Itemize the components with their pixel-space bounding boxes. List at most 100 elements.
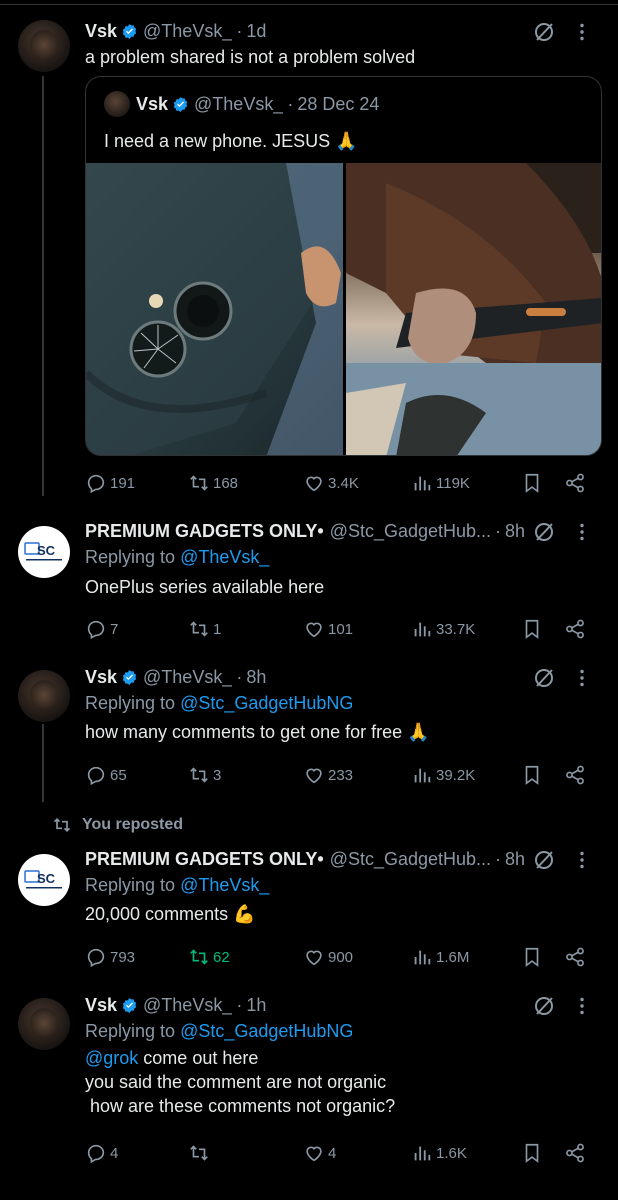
- timestamp[interactable]: 1h: [246, 995, 266, 1016]
- repost-button-active[interactable]: 62: [188, 944, 230, 970]
- repost-count: 62: [213, 948, 230, 966]
- views-button[interactable]: 33.7K: [411, 616, 475, 642]
- repost-button[interactable]: [188, 1140, 213, 1166]
- like-button[interactable]: 233: [303, 762, 353, 788]
- post-1[interactable]: Vsk @TheVsk_ · 1d a problem shared is no…: [0, 18, 618, 498]
- like-button[interactable]: 4: [303, 1140, 336, 1166]
- reply-button[interactable]: 4: [85, 1140, 118, 1166]
- replying-to-link[interactable]: @Stc_GadgetHubNG: [180, 693, 353, 713]
- post-3[interactable]: Vsk @TheVsk_ · 8h Replying to @Stc_Gadge…: [0, 664, 618, 794]
- post-text-line-1: come out here: [138, 1048, 259, 1068]
- replying-to-link[interactable]: @TheVsk_: [180, 547, 269, 567]
- repost-icon: [190, 1145, 208, 1161]
- bookmark-button[interactable]: [521, 470, 543, 496]
- views-button[interactable]: 119K: [411, 470, 470, 496]
- avatar[interactable]: [18, 998, 70, 1050]
- display-name[interactable]: Vsk: [85, 21, 117, 42]
- grok-icon[interactable]: [532, 848, 556, 872]
- timestamp[interactable]: 1d: [246, 21, 266, 42]
- repost-button[interactable]: 168: [188, 470, 238, 496]
- post-5[interactable]: Vsk @TheVsk_ · 1h Replying to @Stc_Gadge…: [0, 992, 618, 1192]
- bookmark-button[interactable]: [521, 616, 543, 642]
- avatar[interactable]: SC: [18, 526, 70, 578]
- top-divider: [0, 4, 618, 5]
- bookmark-button[interactable]: [521, 944, 543, 970]
- timestamp[interactable]: 8h: [505, 521, 525, 542]
- grok-icon[interactable]: [532, 994, 556, 1018]
- repost-button[interactable]: 3: [188, 762, 221, 788]
- post-header: Vsk @TheVsk_ · 8h: [85, 664, 604, 690]
- reply-button[interactable]: 7: [85, 616, 118, 642]
- like-button[interactable]: 900: [303, 944, 353, 970]
- avatar[interactable]: [18, 20, 70, 72]
- display-name[interactable]: PREMIUM GADGETS ONLY•: [85, 849, 324, 870]
- share-icon: [566, 473, 584, 493]
- views-button[interactable]: 1.6M: [411, 944, 469, 970]
- view-count: 1.6K: [436, 1144, 467, 1162]
- separator-dot: ·: [287, 93, 294, 114]
- reply-count: 65: [110, 766, 127, 784]
- quoted-handle: @TheVsk_: [194, 93, 284, 114]
- share-button[interactable]: [564, 944, 586, 970]
- handle[interactable]: @TheVsk_: [143, 995, 232, 1016]
- quoted-image-cracked-phone[interactable]: [86, 163, 343, 455]
- reply-button[interactable]: 793: [85, 944, 135, 970]
- bookmark-icon: [525, 473, 539, 493]
- bookmark-button[interactable]: [521, 1140, 543, 1166]
- grok-icon[interactable]: [532, 520, 556, 544]
- reply-button[interactable]: 65: [85, 762, 127, 788]
- verified-badge-icon: [173, 96, 188, 112]
- replying-to-link[interactable]: @Stc_GadgetHubNG: [180, 1021, 353, 1041]
- post-text: how many comments to get one for free 🙏: [85, 722, 430, 742]
- replying-prefix: Replying to: [85, 693, 181, 713]
- like-count: 4: [328, 1144, 337, 1162]
- mention-link[interactable]: @grok: [85, 1048, 138, 1068]
- repost-button[interactable]: 1: [188, 616, 221, 642]
- avatar[interactable]: SC: [18, 854, 70, 906]
- repost-count: 168: [213, 474, 239, 492]
- repost-icon: [190, 949, 208, 965]
- quoted-post[interactable]: Vsk @TheVsk_ · 28 Dec 24 I need a new ph…: [85, 76, 602, 456]
- views-icon: [414, 1146, 431, 1161]
- post-4[interactable]: SC PREMIUM GADGETS ONLY• @Stc_GadgetHub.…: [0, 846, 618, 976]
- post-2[interactable]: SC PREMIUM GADGETS ONLY• @Stc_GadgetHub.…: [0, 518, 618, 648]
- replying-to-link[interactable]: @TheVsk_: [180, 875, 269, 895]
- handle[interactable]: @TheVsk_: [143, 21, 232, 42]
- share-button[interactable]: [564, 616, 586, 642]
- share-button[interactable]: [564, 1140, 586, 1166]
- display-name[interactable]: Vsk: [85, 667, 117, 688]
- separator-dot: ·: [236, 20, 243, 41]
- reply-icon: [87, 948, 105, 968]
- handle[interactable]: @Stc_GadgetHub...: [330, 849, 491, 870]
- grok-icon[interactable]: [532, 20, 556, 44]
- share-button[interactable]: [564, 762, 586, 788]
- reply-button[interactable]: 191: [85, 470, 135, 496]
- views-button[interactable]: 39.2K: [411, 762, 475, 788]
- avatar[interactable]: [18, 670, 70, 722]
- more-icon[interactable]: [572, 850, 592, 870]
- handle[interactable]: @Stc_GadgetHub...: [330, 521, 491, 542]
- views-button[interactable]: 1.6K: [411, 1140, 467, 1166]
- post-actions: 65 3 233 39.2K: [85, 762, 604, 788]
- replying-to: Replying to @TheVsk_: [85, 544, 604, 570]
- timestamp[interactable]: 8h: [246, 667, 266, 688]
- reply-icon: [87, 766, 105, 786]
- replying-to: Replying to @Stc_GadgetHubNG: [85, 1018, 604, 1044]
- display-name[interactable]: Vsk: [85, 995, 117, 1016]
- like-button[interactable]: 3.4K: [303, 470, 359, 496]
- post-text: @grok come out here: [85, 1046, 604, 1070]
- quoted-image-phone-in-hand[interactable]: [346, 163, 601, 455]
- handle[interactable]: @TheVsk_: [143, 667, 232, 688]
- display-name[interactable]: PREMIUM GADGETS ONLY•: [85, 521, 324, 542]
- more-icon[interactable]: [572, 668, 592, 688]
- more-icon[interactable]: [572, 996, 592, 1016]
- bookmark-button[interactable]: [521, 762, 543, 788]
- more-icon[interactable]: [572, 22, 592, 42]
- timestamp[interactable]: 8h: [505, 849, 525, 870]
- like-button[interactable]: 101: [303, 616, 353, 642]
- more-icon[interactable]: [572, 522, 592, 542]
- like-count: 900: [328, 948, 354, 966]
- grok-icon[interactable]: [532, 666, 556, 690]
- share-button[interactable]: [564, 470, 586, 496]
- verified-badge-icon: [122, 669, 137, 685]
